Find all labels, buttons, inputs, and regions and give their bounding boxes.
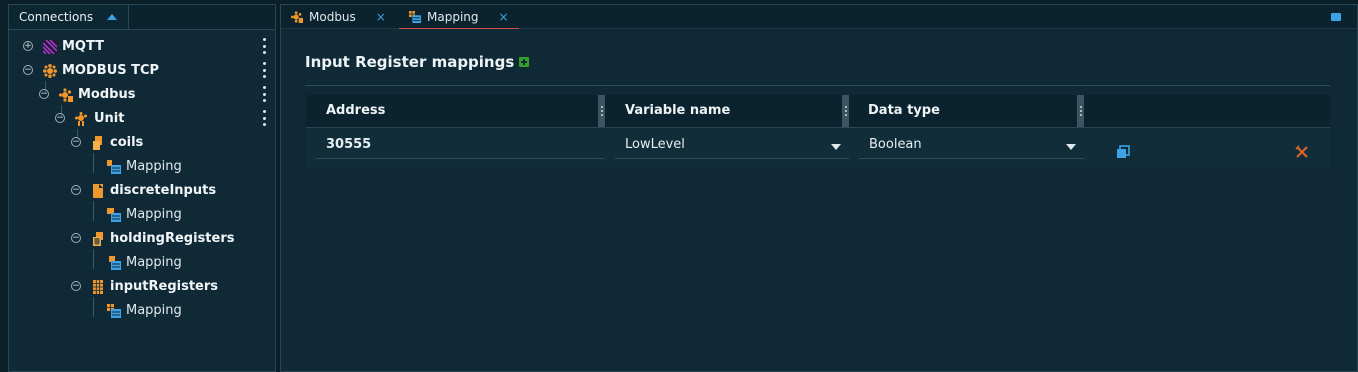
more-menu-icon[interactable] — [262, 110, 266, 126]
tree-item-modbus[interactable]: − Modbus — [9, 83, 275, 107]
tree-item-coils-mapping[interactable]: Mapping — [9, 155, 275, 179]
tree-item-holding-registers-mapping[interactable]: Mapping — [9, 251, 275, 275]
discrete-inputs-icon — [93, 184, 103, 198]
tree-item-label: Mapping — [126, 255, 182, 270]
page-title: Input Register mappings — [305, 53, 515, 71]
close-icon[interactable]: × — [376, 10, 386, 24]
modbus-icon — [43, 64, 57, 78]
tree-item-label: inputRegisters — [110, 279, 218, 294]
tree-item-coils[interactable]: − coils — [9, 131, 275, 155]
address-input[interactable]: 30555 — [316, 133, 604, 159]
table-header: Address Variable name Data type — [306, 95, 1330, 128]
maximize-icon[interactable] — [1331, 13, 1341, 21]
tree-item-input-registers[interactable]: − inputRegisters — [9, 275, 275, 299]
tree-item-modbus-tcp[interactable]: − MODBUS TCP — [9, 59, 275, 83]
mapping-table: Address Variable name Data type 30555 Lo… — [306, 95, 1330, 167]
collapse-icon[interactable]: − — [23, 65, 33, 75]
data-type-select[interactable]: Boolean — [859, 133, 1084, 159]
more-menu-icon[interactable] — [262, 38, 266, 54]
connections-panel: Connections + MQTT − MODBUS TCP − Modbus… — [8, 4, 276, 372]
data-type-value: Boolean — [869, 137, 922, 152]
tab-modbus[interactable]: Modbus × — [291, 5, 399, 29]
mapping-icon — [109, 256, 121, 270]
more-menu-icon[interactable] — [262, 62, 266, 78]
mapping-icon — [107, 160, 121, 174]
coils-icon — [93, 136, 102, 150]
collapse-icon[interactable]: − — [71, 281, 81, 291]
tab-modbus-label: Modbus — [309, 10, 356, 24]
tree-item-label: MQTT — [62, 39, 105, 54]
modbus-device-icon — [291, 11, 303, 23]
editor-panel: Modbus × Mapping × Input Register mappin… — [280, 4, 1358, 372]
collapse-icon[interactable]: − — [71, 137, 81, 147]
tab-connections-label: Connections — [19, 10, 94, 24]
mapping-icon — [107, 304, 121, 318]
tree-item-label: MODBUS TCP — [62, 63, 160, 78]
column-header-data-type: Data type — [868, 103, 940, 118]
chevron-down-icon[interactable] — [1066, 144, 1076, 150]
mapping-icon — [107, 208, 121, 222]
tab-mapping-label: Mapping — [427, 9, 479, 24]
collapse-icon[interactable]: − — [71, 185, 81, 195]
column-menu-icon[interactable] — [842, 95, 849, 127]
input-registers-icon — [93, 280, 103, 294]
tree-item-label: Modbus — [78, 87, 136, 102]
tree-item-label: discreteInputs — [110, 183, 217, 198]
tree-item-input-registers-mapping[interactable]: Mapping — [9, 299, 275, 323]
copy-icon[interactable] — [1116, 145, 1130, 159]
variable-name-value: LowLevel — [625, 137, 685, 152]
variable-name-select[interactable]: LowLevel — [615, 133, 849, 159]
mapping-icon — [409, 10, 421, 23]
tab-mapping[interactable]: Mapping × — [399, 5, 519, 29]
collapse-icon[interactable]: − — [71, 233, 81, 243]
tree-item-label: Mapping — [126, 159, 182, 174]
tree-item-label: Mapping — [126, 303, 182, 318]
modbus-device-icon — [59, 88, 73, 102]
more-menu-icon[interactable] — [262, 86, 266, 102]
tree-item-label: coils — [110, 135, 144, 150]
divider — [305, 85, 1330, 86]
tree-item-holding-registers[interactable]: − holdingRegisters — [9, 227, 275, 251]
holding-registers-icon — [93, 232, 103, 246]
collapse-icon[interactable]: − — [39, 89, 49, 99]
collapse-icon[interactable]: − — [55, 113, 65, 123]
delete-icon[interactable] — [1295, 145, 1309, 159]
column-menu-icon[interactable] — [1077, 95, 1084, 127]
column-header-address: Address — [326, 103, 386, 118]
column-menu-icon[interactable] — [598, 95, 605, 127]
tree-item-discrete-inputs[interactable]: − discreteInputs — [9, 179, 275, 203]
connections-tabbar: Connections — [9, 5, 275, 30]
tree-item-label: Mapping — [126, 207, 182, 222]
add-mapping-button[interactable] — [519, 57, 529, 67]
tree-item-label: Unit — [94, 111, 125, 126]
close-icon[interactable]: × — [499, 10, 509, 24]
tree-item-discrete-inputs-mapping[interactable]: Mapping — [9, 203, 275, 227]
tree-item-label: holdingRegisters — [110, 231, 235, 246]
expand-icon[interactable]: + — [23, 41, 33, 51]
editor-tabbar: Modbus × Mapping × — [281, 5, 1357, 29]
tab-connections[interactable]: Connections — [9, 5, 129, 29]
chevron-down-icon[interactable] — [831, 144, 841, 150]
column-header-variable-name: Variable name — [625, 103, 731, 118]
tree-item-mqtt[interactable]: + MQTT — [9, 35, 275, 59]
tree-item-unit[interactable]: − Unit — [9, 107, 275, 131]
mqtt-icon — [43, 40, 57, 54]
unit-icon — [75, 112, 87, 126]
collapse-up-icon[interactable] — [107, 14, 118, 20]
